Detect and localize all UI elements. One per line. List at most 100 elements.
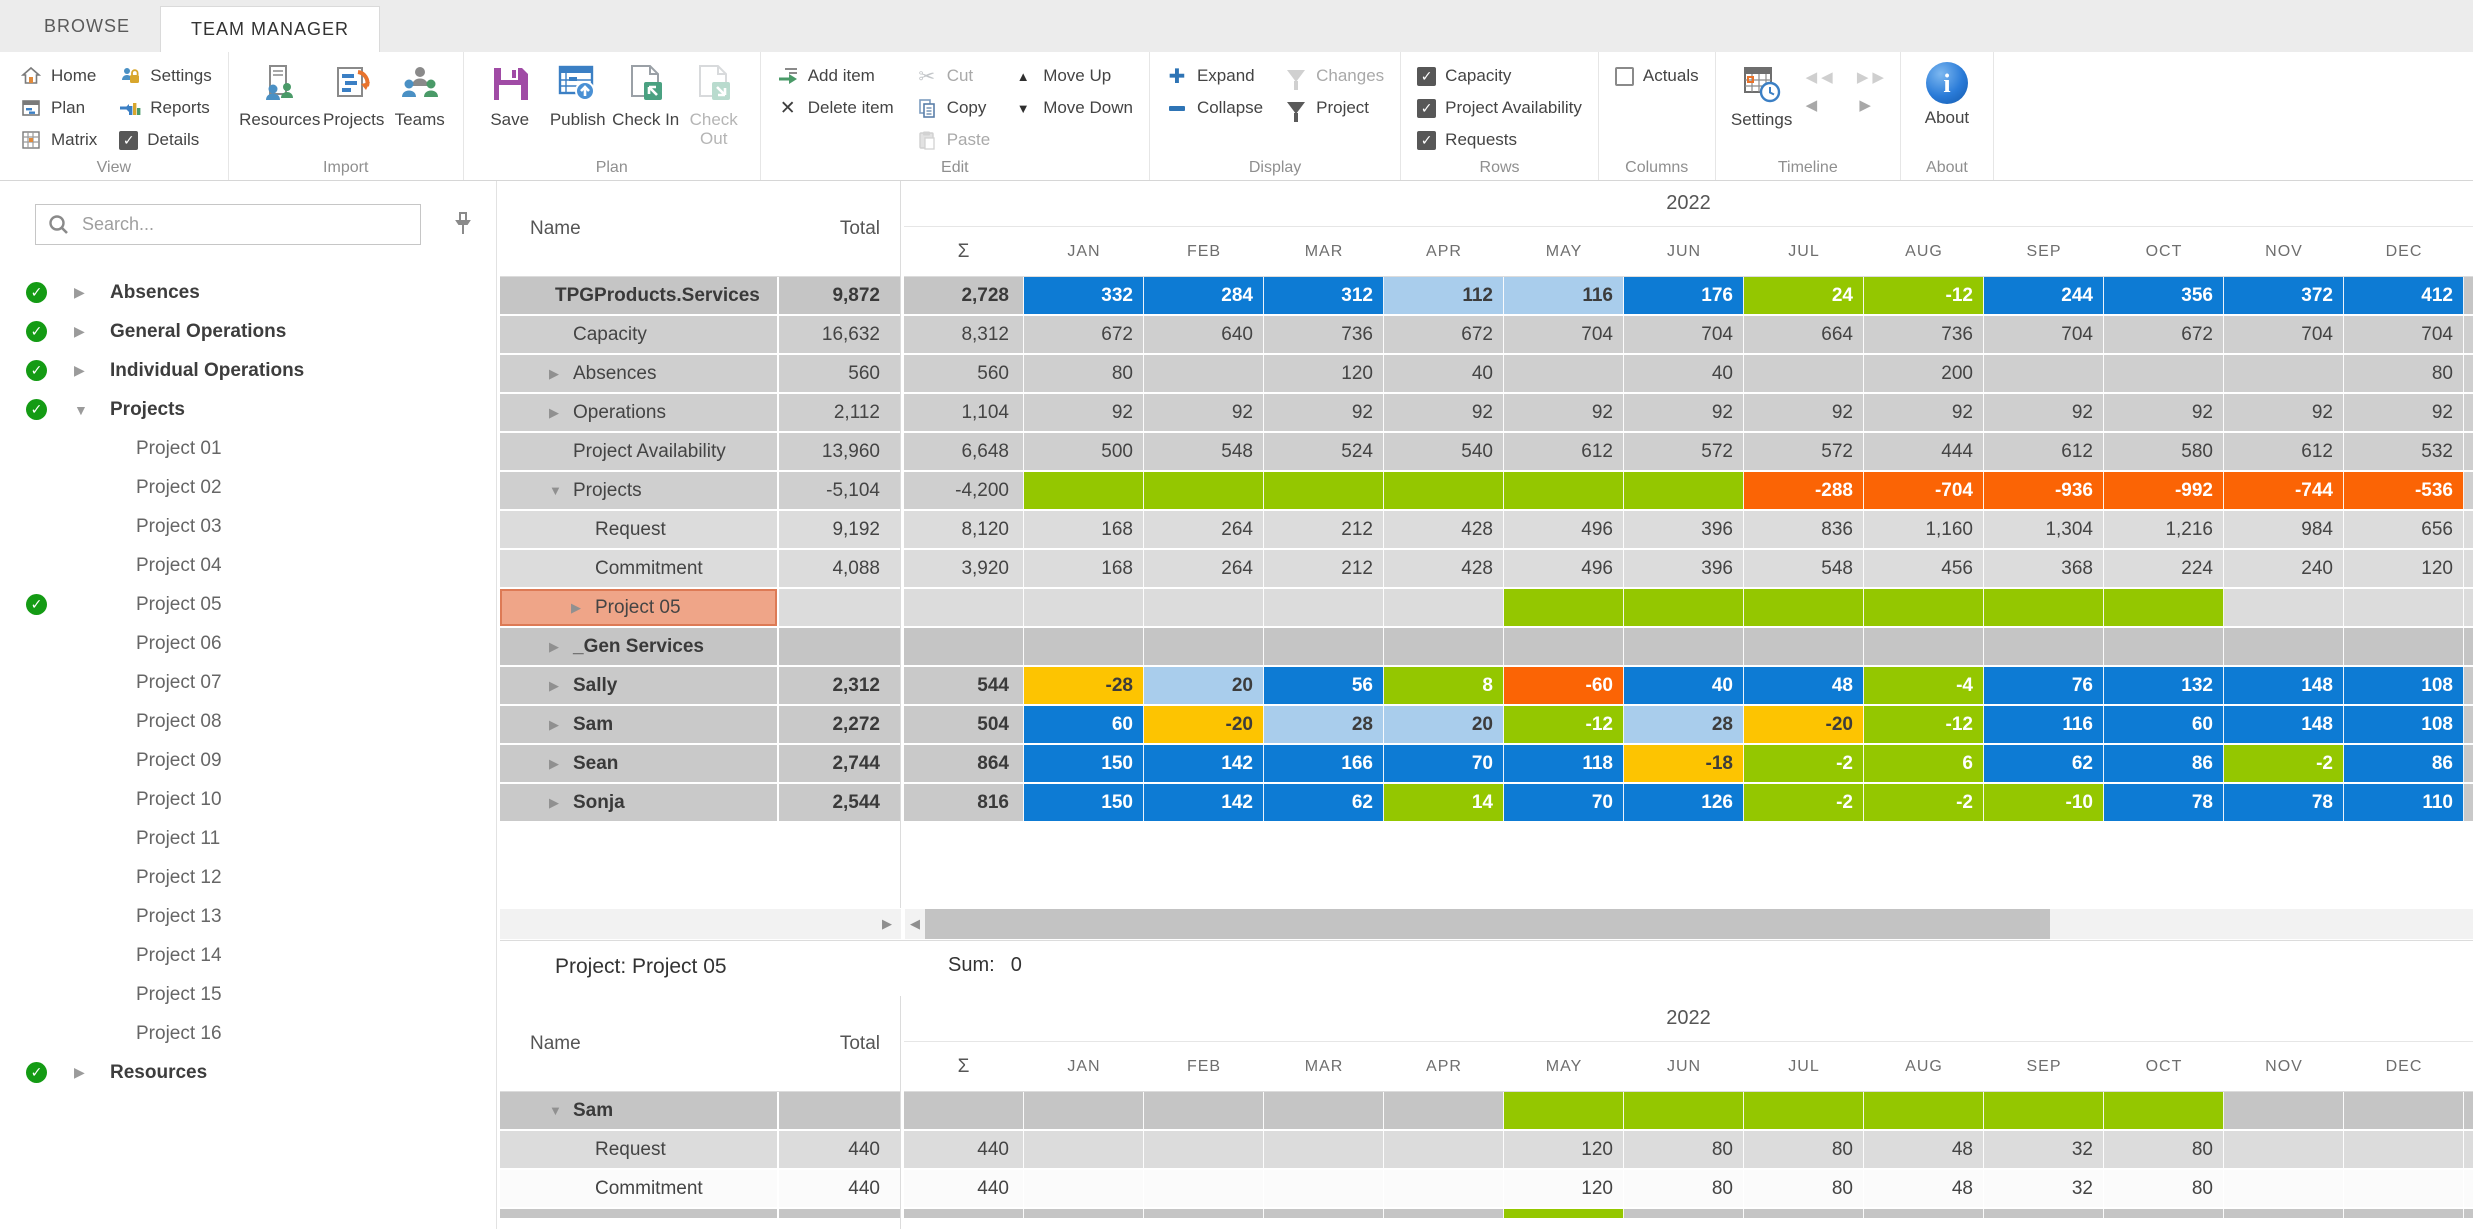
chevron-right-icon[interactable]: ▶ <box>549 795 559 811</box>
row-name-cell[interactable]: ▶Sonja <box>500 784 777 821</box>
month-value-cell[interactable] <box>1864 1092 1984 1129</box>
month-value-cell[interactable]: 332 <box>1024 277 1144 314</box>
month-value-cell[interactable]: 150 <box>1024 784 1144 821</box>
month-value-cell[interactable] <box>1144 1209 1264 1218</box>
month-value-cell[interactable] <box>2224 628 2344 665</box>
month-value-cell[interactable] <box>1264 1092 1384 1129</box>
month-value-cell[interactable]: 312 <box>1264 277 1384 314</box>
month-value-cell[interactable] <box>2224 589 2344 626</box>
scroll-left-icon[interactable]: ◀ <box>905 916 925 932</box>
timeline-fast-back-button[interactable]: ◀◀ <box>1806 69 1837 86</box>
month-value-cell[interactable]: 48 <box>1864 1131 1984 1168</box>
copy-button[interactable]: Copy <box>912 92 994 124</box>
month-value-cell[interactable]: 264 <box>1144 550 1264 587</box>
row-name-cell[interactable]: ▶Absences <box>500 355 777 392</box>
chevron-down-icon[interactable]: ▼ <box>74 402 88 418</box>
month-value-cell[interactable]: 368 <box>1984 550 2104 587</box>
month-value-cell[interactable] <box>1144 1170 1264 1207</box>
month-column-header[interactable]: Σ <box>904 241 1024 263</box>
month-value-cell[interactable]: 108 <box>2344 706 2464 743</box>
month-value-cell[interactable]: 80 <box>1024 355 1144 392</box>
paste-button[interactable]: Paste <box>912 124 994 156</box>
month-value-cell[interactable]: 92 <box>1984 394 2104 431</box>
month-value-cell[interactable]: 264 <box>1144 511 1264 548</box>
month-value-cell[interactable] <box>1744 589 1864 626</box>
timeline-settings-button[interactable]: Settings <box>1728 60 1796 156</box>
month-value-cell[interactable] <box>1624 1209 1744 1218</box>
month-value-cell[interactable] <box>2344 1209 2464 1218</box>
scroll-right-icon[interactable]: ▶ <box>877 916 897 932</box>
month-value-cell[interactable]: 92 <box>1744 394 1864 431</box>
tree-item[interactable]: Project 07 <box>0 663 496 702</box>
save-button[interactable]: Save <box>476 60 544 148</box>
home-button[interactable]: Home <box>16 60 101 92</box>
month-value-cell[interactable] <box>1264 472 1384 509</box>
import-teams-button[interactable]: Teams <box>389 60 451 129</box>
month-value-cell[interactable]: 80 <box>1744 1131 1864 1168</box>
month-value-cell[interactable]: 1,304 <box>1984 511 2104 548</box>
month-value-cell[interactable] <box>1864 589 1984 626</box>
month-value-cell[interactable]: 496 <box>1504 550 1624 587</box>
month-value-cell[interactable]: -536 <box>2344 472 2464 509</box>
name-pane-hscrollbar[interactable]: ▶ <box>500 909 901 939</box>
month-value-cell[interactable]: -704 <box>1864 472 1984 509</box>
month-column-header[interactable]: JAN <box>1024 243 1144 261</box>
month-value-cell[interactable]: 80 <box>2104 1170 2224 1207</box>
month-value-cell[interactable]: 70 <box>1384 745 1504 782</box>
month-value-cell[interactable]: 70 <box>1504 784 1624 821</box>
month-value-cell[interactable]: 200 <box>1864 355 1984 392</box>
month-column-header[interactable]: NOV <box>2224 1058 2344 1076</box>
month-value-cell[interactable]: 60 <box>2104 706 2224 743</box>
month-value-cell[interactable]: 168 <box>1024 550 1144 587</box>
month-column-header[interactable]: JUL <box>1744 1058 1864 1076</box>
month-column-header[interactable]: OCT <box>2104 1058 2224 1076</box>
month-value-cell[interactable]: 14 <box>1384 784 1504 821</box>
month-value-cell[interactable]: 736 <box>1864 316 1984 353</box>
month-value-cell[interactable]: 540 <box>1384 433 1504 470</box>
month-column-header[interactable]: JUN <box>1624 243 1744 261</box>
timeline-fast-forward-button[interactable]: ▶▶ <box>1857 69 1888 86</box>
rows-requests-toggle[interactable]: ✓ Requests <box>1413 124 1586 156</box>
month-value-cell[interactable] <box>1984 1209 2104 1218</box>
chevron-right-icon[interactable]: ▶ <box>74 1064 85 1081</box>
month-value-cell[interactable] <box>2344 1131 2464 1168</box>
search-box[interactable] <box>35 204 421 245</box>
chevron-right-icon[interactable]: ▶ <box>571 600 581 616</box>
month-value-cell[interactable]: 8 <box>1384 667 1504 704</box>
reports-button[interactable]: Reports <box>115 92 215 124</box>
month-value-cell[interactable]: 212 <box>1264 550 1384 587</box>
month-value-cell[interactable]: 60 <box>1024 706 1144 743</box>
month-value-cell[interactable]: 32 <box>1984 1170 2104 1207</box>
month-value-cell[interactable]: 80 <box>2344 355 2464 392</box>
month-column-header[interactable]: Σ <box>904 1056 1024 1078</box>
month-value-cell[interactable]: 142 <box>1144 784 1264 821</box>
view-settings-button[interactable]: Settings <box>115 60 215 92</box>
chevron-right-icon[interactable]: ▶ <box>549 366 559 382</box>
month-value-cell[interactable] <box>1504 355 1624 392</box>
month-value-cell[interactable]: 672 <box>1024 316 1144 353</box>
tree-item[interactable]: Project 04 <box>0 546 496 585</box>
month-value-cell[interactable]: 356 <box>2104 277 2224 314</box>
tree-item[interactable]: Project 08 <box>0 702 496 741</box>
month-value-cell[interactable]: -28 <box>1024 667 1144 704</box>
import-projects-button[interactable]: Projects <box>319 60 389 129</box>
month-value-cell[interactable]: -12 <box>1864 277 1984 314</box>
tree-item[interactable]: Project 15 <box>0 975 496 1014</box>
month-value-cell[interactable]: 20 <box>1384 706 1504 743</box>
chevron-right-icon[interactable]: ▶ <box>549 756 559 772</box>
month-value-cell[interactable]: 166 <box>1264 745 1384 782</box>
month-value-cell[interactable]: 92 <box>1624 394 1744 431</box>
month-value-cell[interactable] <box>1264 589 1384 626</box>
month-value-cell[interactable]: 78 <box>2104 784 2224 821</box>
month-value-cell[interactable]: 704 <box>1984 316 2104 353</box>
month-value-cell[interactable]: 664 <box>1744 316 1864 353</box>
month-value-cell[interactable] <box>2224 1092 2344 1129</box>
month-value-cell[interactable]: 116 <box>1984 706 2104 743</box>
month-value-cell[interactable]: 32 <box>1984 1131 2104 1168</box>
month-value-cell[interactable]: 572 <box>1744 433 1864 470</box>
row-name-cell[interactable]: Capacity <box>500 316 777 353</box>
tree-item[interactable]: Project 06 <box>0 624 496 663</box>
cut-button[interactable]: ✂ Cut <box>912 60 994 92</box>
month-value-cell[interactable]: 78 <box>2224 784 2344 821</box>
tree-item[interactable]: ✓▶Absences <box>0 273 496 312</box>
